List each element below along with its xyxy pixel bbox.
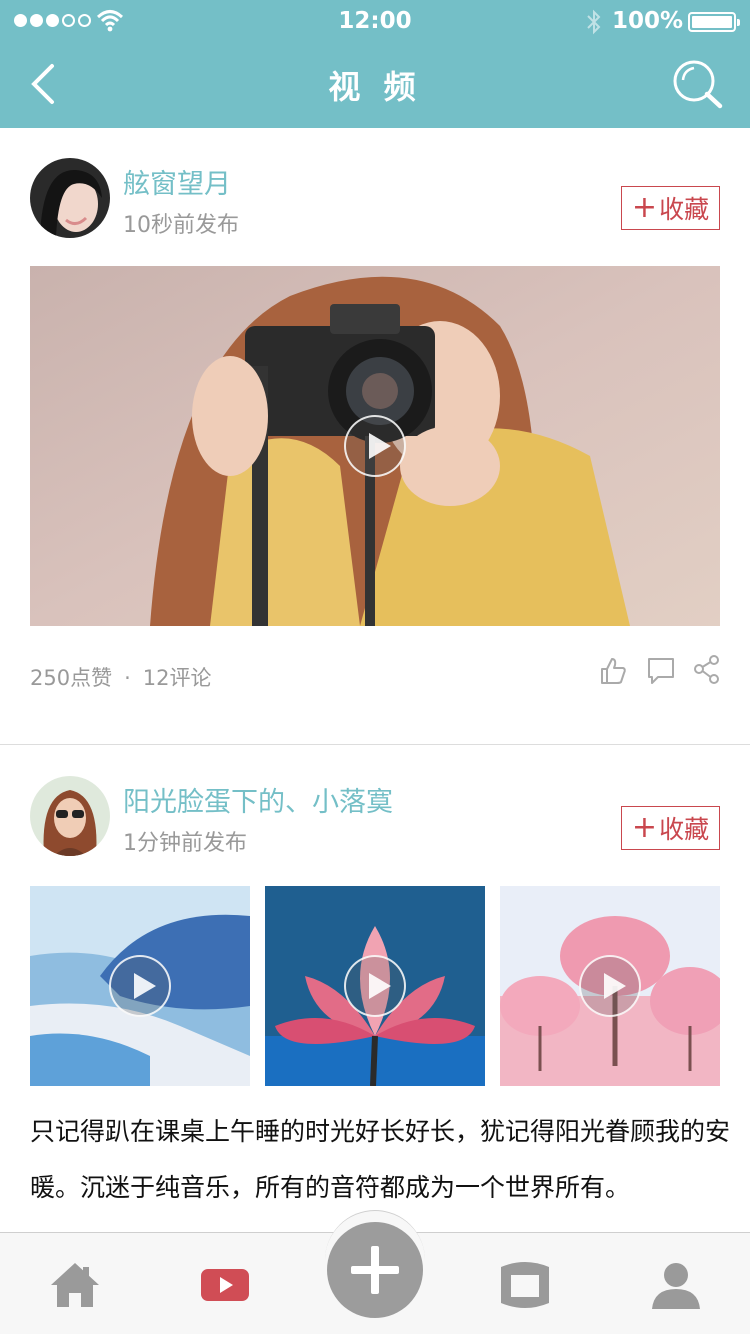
share-icon[interactable] xyxy=(692,654,722,684)
author-avatar[interactable] xyxy=(30,776,110,856)
comment-icon[interactable] xyxy=(646,656,676,686)
author-name[interactable]: 舷窗望月 xyxy=(123,162,231,201)
author-avatar[interactable] xyxy=(30,158,110,238)
separator-dot: · xyxy=(124,666,131,690)
home-icon[interactable] xyxy=(47,1257,103,1313)
plus-icon: + xyxy=(631,810,658,845)
post-time: 10秒前发布 xyxy=(123,213,239,238)
play-icon[interactable] xyxy=(344,415,406,477)
play-icon[interactable] xyxy=(344,955,406,1017)
post-divider xyxy=(0,744,750,745)
battery-percent: 100% xyxy=(612,8,684,34)
author-name[interactable]: 阳光脸蛋下的、小落寞 xyxy=(123,780,393,819)
favorite-button[interactable]: + 收藏 xyxy=(621,806,720,850)
status-bar: 12:00 100% xyxy=(0,0,750,44)
favorite-button[interactable]: + 收藏 xyxy=(621,186,720,230)
subway-icon[interactable] xyxy=(497,1257,553,1313)
play-icon[interactable] xyxy=(109,955,171,1017)
thumbs-up-icon[interactable] xyxy=(598,656,628,686)
search-button[interactable] xyxy=(670,58,726,110)
video-thumbnail[interactable] xyxy=(265,886,485,1086)
video-thumbnail[interactable] xyxy=(500,886,720,1086)
post-stats: 250点赞 · 12评论 xyxy=(30,662,212,692)
video-thumbnail[interactable] xyxy=(30,266,720,626)
comment-count: 12评论 xyxy=(142,666,212,690)
favorite-label: 收藏 xyxy=(659,195,710,224)
video-icon[interactable] xyxy=(197,1257,253,1313)
plus-icon: + xyxy=(631,190,658,225)
page-title: 视 频 xyxy=(328,68,422,106)
play-icon[interactable] xyxy=(579,955,641,1017)
like-count: 250点赞 xyxy=(30,666,113,690)
user-icon[interactable] xyxy=(648,1257,704,1313)
favorite-label: 收藏 xyxy=(659,815,710,844)
battery-icon xyxy=(688,12,740,32)
post-time: 1分钟前发布 xyxy=(123,831,247,856)
video-thumbnail[interactable] xyxy=(30,886,250,1086)
post-text: 只记得趴在课桌上午睡的时光好长好长，犹记得阳光眷顾我的安暖。沉迷于纯音乐，所有的… xyxy=(30,1117,731,1202)
bluetooth-icon xyxy=(587,9,601,35)
app-header: 12:00 100% 视 频 xyxy=(0,0,750,128)
add-button[interactable] xyxy=(327,1222,423,1318)
